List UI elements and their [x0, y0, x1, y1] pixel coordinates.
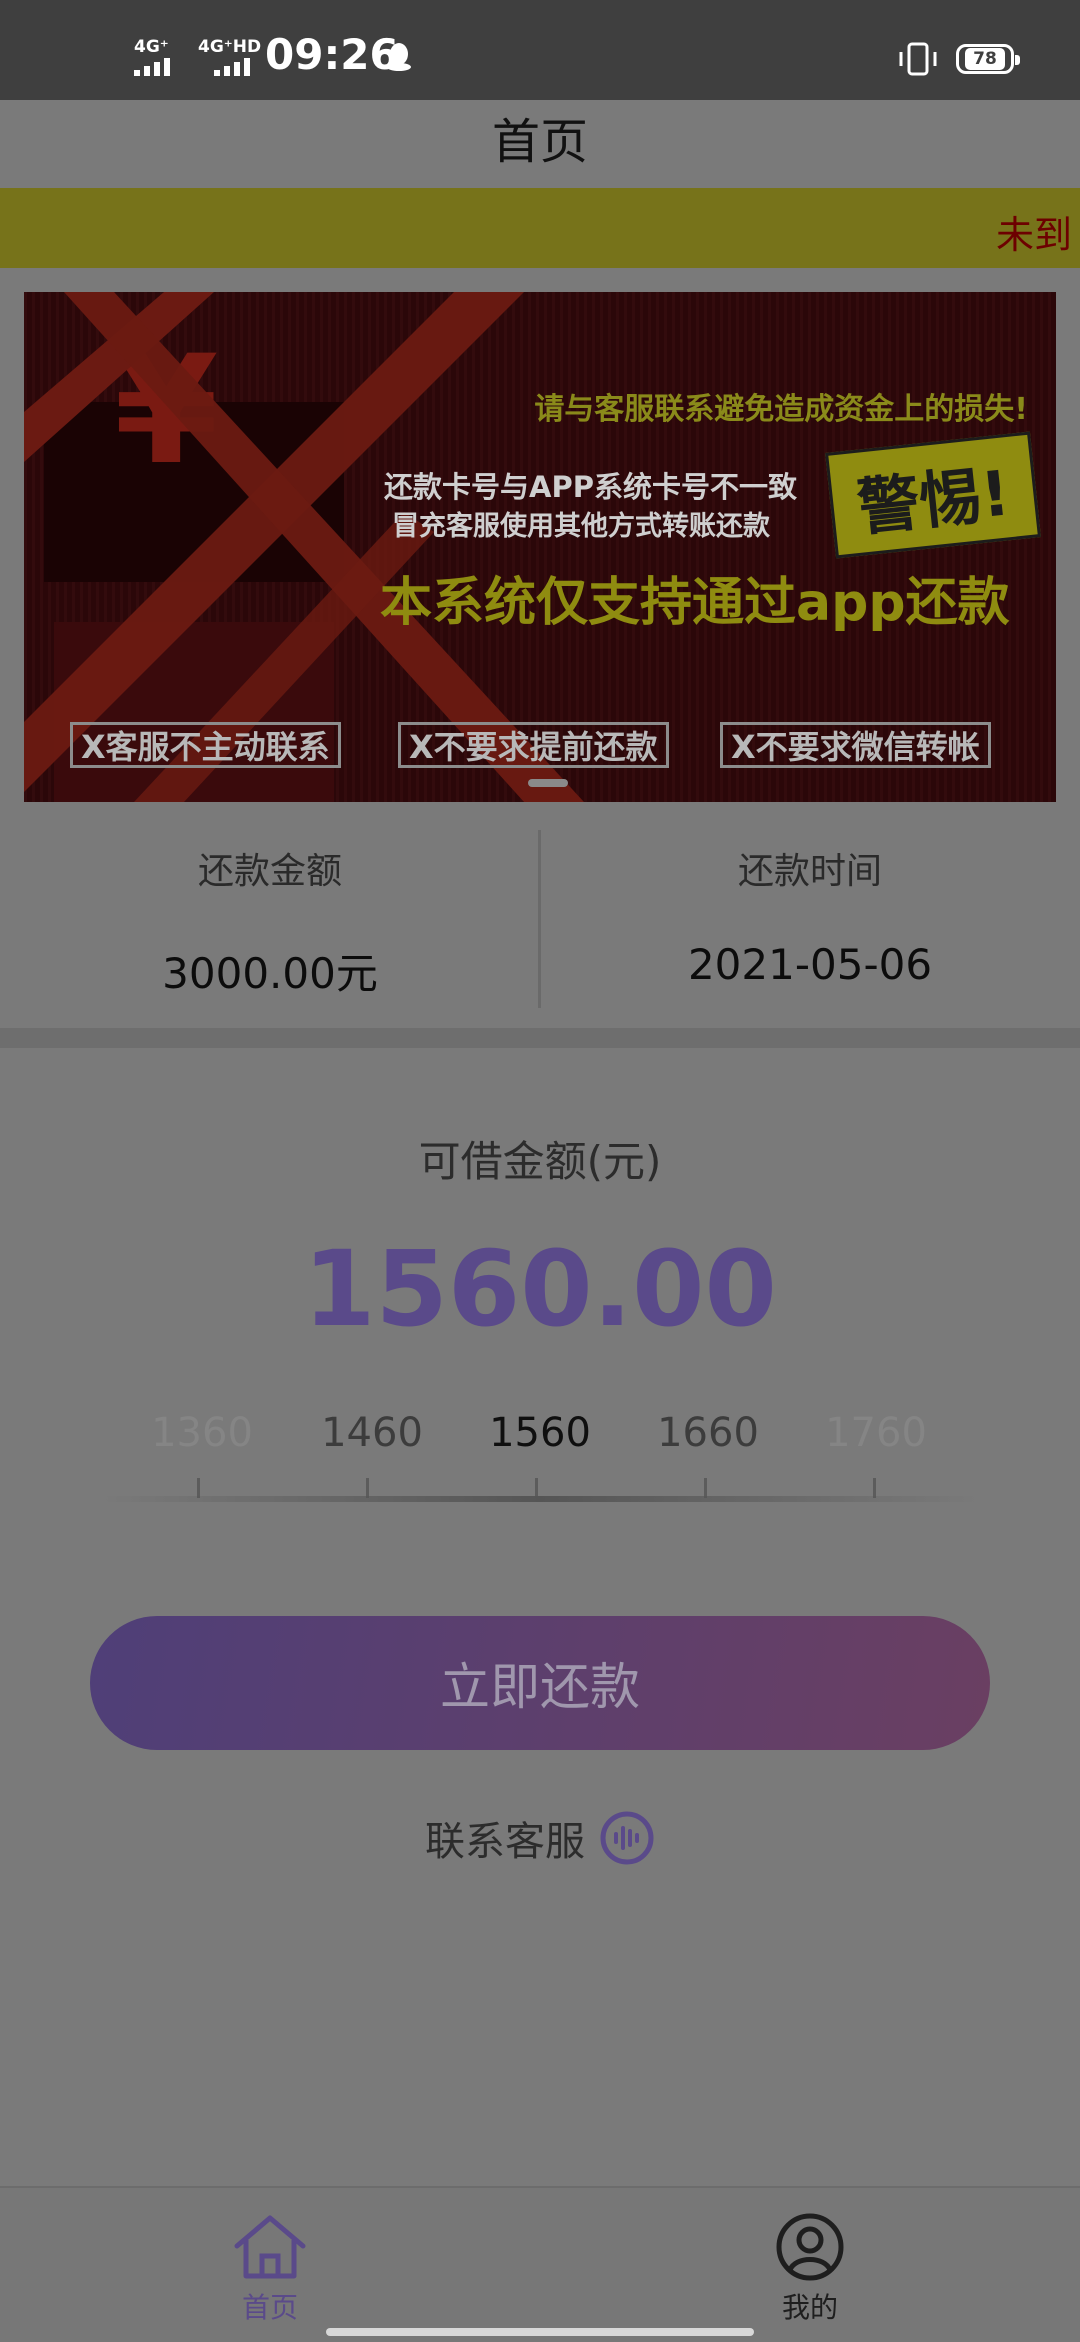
battery-level: 78 — [965, 48, 1005, 70]
repay-now-button[interactable]: 立即还款 — [90, 1616, 990, 1750]
scale-label[interactable]: 1460 — [302, 1410, 442, 1456]
battery-icon: 78 — [956, 44, 1020, 74]
scale-label[interactable]: 1360 — [132, 1410, 272, 1456]
carousel-indicator — [528, 779, 568, 787]
banner-warning-badge: 警惕! — [825, 431, 1041, 559]
tab-home[interactable]: 首页 — [170, 2212, 370, 2326]
scale-tick — [197, 1478, 200, 1498]
banner-text-card: 还款卡号与APP系统卡号不一致 — [384, 470, 797, 504]
repayment-amount-value: 3000.00元 — [162, 949, 378, 998]
tab-home-label: 首页 — [241, 2291, 298, 2324]
network-indicator-2: 4G⁺HD — [198, 37, 262, 57]
banner-text-contact: 请与客服联系避免造成资金上的损失! — [534, 392, 1028, 427]
contact-service-link[interactable]: 联系客服 — [0, 1808, 1080, 1868]
notice-marquee[interactable]: 未到 — [0, 188, 1080, 268]
header: 首页 — [0, 100, 1080, 188]
marquee-text: 未到 — [996, 213, 1073, 257]
profile-icon — [776, 2213, 844, 2281]
tab-mine[interactable]: 我的 — [710, 2212, 910, 2326]
scale-tick — [873, 1478, 876, 1498]
repayment-date: 还款时间 2021-05-06 — [540, 810, 1080, 1028]
banner-chip-1: X客服不主动联系 — [70, 722, 341, 768]
customer-service-icon — [600, 1811, 654, 1865]
tab-bar: 首页 我的 — [0, 2186, 1080, 2342]
tab-mine-label: 我的 — [781, 2291, 838, 2324]
banner-chip-3: X不要求微信转帐 — [720, 722, 991, 768]
banner-chip-2: X不要求提前还款 — [398, 722, 669, 768]
available-amount-value: 1560.00 — [303, 1228, 777, 1350]
warning-banner[interactable]: ¥ 请与客服联系避免造成资金上的损失! 还款卡号与APP系统卡号不一致 冒充客服… — [24, 292, 1056, 802]
contact-service-label: 联系客服 — [425, 1819, 585, 1865]
repayment-amount: 还款金额 3000.00元 — [0, 810, 540, 1028]
repayment-date-label: 还款时间 — [737, 851, 882, 892]
amount-slider[interactable] — [100, 1496, 980, 1502]
vibrate-icon — [899, 42, 937, 76]
scale-label[interactable]: 1760 — [806, 1410, 946, 1456]
scale-tick — [704, 1478, 707, 1498]
signal-icon — [214, 56, 250, 76]
page-title: 首页 — [491, 114, 588, 170]
section-separator — [0, 1028, 1080, 1048]
home-icon — [234, 2215, 306, 2279]
status-bar: 4G⁺ 4G⁺HD 09:26 78 — [0, 0, 1080, 100]
repayment-amount-label: 还款金额 — [197, 851, 342, 892]
loan-section: 可借金额(元) 1560.00 1360 1460 1560 1660 1760… — [0, 1048, 1080, 2186]
signal-icon — [134, 56, 170, 76]
network-indicator-1: 4G⁺ — [134, 37, 169, 57]
scale-tick — [366, 1478, 369, 1498]
banner-text-app-only: 本系统仅支持通过app还款 — [380, 573, 1010, 633]
qq-icon — [387, 43, 411, 71]
scale-label[interactable]: 1660 — [638, 1410, 778, 1456]
clock: 09:26 — [265, 30, 399, 79]
available-amount-label: 可借金额(元) — [418, 1137, 662, 1186]
scale-tick — [535, 1478, 538, 1498]
scale-label-selected[interactable]: 1560 — [470, 1410, 610, 1456]
banner-text-impersonation: 冒充客服使用其他方式转账还款 — [392, 511, 770, 542]
repayment-info: 还款金额 3000.00元 还款时间 2021-05-06 — [0, 810, 1080, 1028]
repayment-date-value: 2021-05-06 — [687, 940, 933, 989]
home-indicator[interactable] — [326, 2328, 754, 2336]
